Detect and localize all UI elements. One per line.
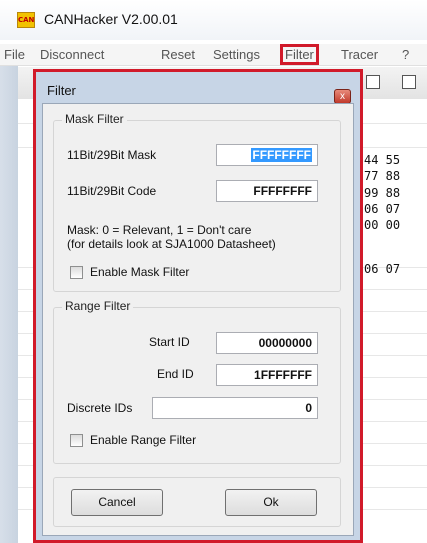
start-id-label: Start ID <box>149 335 190 349</box>
end-id-input[interactable]: 1FFFFFFF <box>216 364 318 386</box>
mask-note-line2: (for details look at SJA1000 Datasheet) <box>67 237 276 251</box>
trace-data-bytes: 06 07 <box>364 202 401 216</box>
close-icon[interactable]: x <box>334 89 351 104</box>
dialog-title: Filter <box>47 83 76 98</box>
enable-mask-filter-label[interactable]: Enable Mask Filter <box>90 265 189 279</box>
dialog-client-area: Mask Filter 11Bit/29Bit Mask FFFFFFFF 11… <box>42 103 354 536</box>
menu-bar: File Disconnect Reset Settings Filter Tr… <box>0 44 427 66</box>
filter-dialog: Filter x Mask Filter 11Bit/29Bit Mask FF… <box>33 69 363 543</box>
button-area: Cancel Ok <box>53 477 341 527</box>
toolbar-open-icon[interactable] <box>366 75 380 89</box>
menu-disconnect[interactable]: Disconnect <box>40 47 104 62</box>
ok-button[interactable]: Ok <box>225 489 317 516</box>
mask-note-line1: Mask: 0 = Relevant, 1 = Don't care <box>67 223 252 237</box>
app-titlebar: CAN CANHacker V2.00.01 <box>0 0 427 40</box>
mask-filter-group: Mask Filter 11Bit/29Bit Mask FFFFFFFF 11… <box>53 112 341 292</box>
trace-data-bytes: 99 88 <box>364 186 401 200</box>
end-id-label: End ID <box>157 367 194 381</box>
enable-range-filter-checkbox[interactable] <box>70 434 83 447</box>
toolbar-list-icon[interactable] <box>402 75 416 89</box>
range-filter-group: Range Filter Start ID 00000000 End ID 1F… <box>53 299 341 464</box>
window-side-frame <box>0 66 18 543</box>
can-app-icon: CAN <box>17 12 35 28</box>
trace-data-bytes: 44 55 <box>364 153 401 167</box>
trace-data-bytes: 77 88 <box>364 169 401 183</box>
enable-mask-filter-checkbox[interactable] <box>70 266 83 279</box>
mask-input[interactable]: FFFFFFFF <box>216 144 318 166</box>
cancel-button[interactable]: Cancel <box>71 489 163 516</box>
trace-data-bytes: 00 00 <box>364 218 401 232</box>
start-id-input[interactable]: 00000000 <box>216 332 318 354</box>
code-label: 11Bit/29Bit Code <box>67 184 157 198</box>
menu-reset[interactable]: Reset <box>161 47 195 62</box>
mask-label: 11Bit/29Bit Mask <box>67 148 157 162</box>
menu-filter[interactable]: Filter <box>280 44 319 65</box>
menu-help[interactable]: ? <box>402 47 409 62</box>
discrete-ids-label: Discrete IDs <box>67 401 133 415</box>
mask-filter-title: Mask Filter <box>62 112 127 126</box>
app-title: CANHacker V2.00.01 <box>44 11 178 27</box>
discrete-ids-input[interactable]: 0 <box>152 397 318 419</box>
menu-file[interactable]: File <box>4 47 25 62</box>
enable-range-filter-label[interactable]: Enable Range Filter <box>90 433 196 447</box>
code-input[interactable]: FFFFFFFF <box>216 180 318 202</box>
menu-tracer[interactable]: Tracer <box>341 47 378 62</box>
range-filter-title: Range Filter <box>62 299 134 313</box>
menu-settings[interactable]: Settings <box>213 47 260 62</box>
trace-data-bytes: 06 07 <box>364 262 401 276</box>
